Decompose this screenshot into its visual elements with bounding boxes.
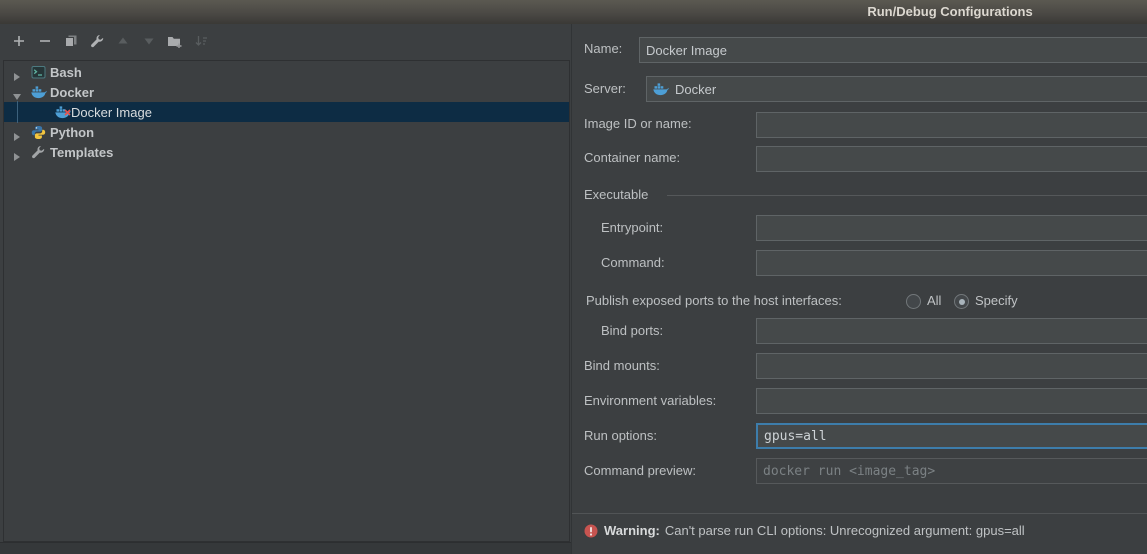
move-up-button[interactable] xyxy=(110,32,136,54)
bind-ports-input[interactable] xyxy=(756,318,1147,344)
wrench-icon xyxy=(90,34,104,53)
chevron-right-icon[interactable] xyxy=(13,128,21,136)
tree-indent-guide xyxy=(17,101,18,123)
arrow-down-icon xyxy=(143,34,155,52)
tree-item-label: Docker Image xyxy=(71,105,152,120)
publish-all-radio[interactable] xyxy=(906,294,921,309)
publish-specify-radio-label[interactable]: Specify xyxy=(975,293,1018,308)
tree-item-bash[interactable]: Bash xyxy=(4,62,569,82)
server-combobox[interactable]: Docker xyxy=(646,76,1147,102)
tree-item-label: Templates xyxy=(50,145,113,160)
executable-section-header: Executable xyxy=(584,187,648,202)
publish-all-radio-label[interactable]: All xyxy=(927,293,941,308)
tree-item-templates[interactable]: Templates xyxy=(4,142,569,162)
edit-templates-button[interactable] xyxy=(84,32,110,54)
window-title: Run/Debug Configurations xyxy=(780,4,1120,19)
tree-item-label: Python xyxy=(50,125,94,140)
new-folder-button[interactable] xyxy=(162,32,188,54)
tree-item-label: Bash xyxy=(50,65,82,80)
image-id-input[interactable] xyxy=(756,112,1147,138)
docker-whale-icon xyxy=(653,82,669,96)
warning-row: Warning: Can't parse run CLI options: Un… xyxy=(584,523,1025,538)
publish-ports-label: Publish exposed ports to the host interf… xyxy=(586,293,842,308)
copy-configuration-button[interactable] xyxy=(58,32,84,54)
environment-variables-label: Environment variables: xyxy=(584,393,716,408)
arrow-up-icon xyxy=(117,34,129,52)
wrench-icon xyxy=(31,145,47,160)
chevron-right-icon[interactable] xyxy=(13,148,21,156)
error-badge-icon xyxy=(64,103,71,121)
tree-item-docker[interactable]: Docker xyxy=(4,82,569,102)
bind-mounts-input[interactable] xyxy=(756,353,1147,379)
entrypoint-input[interactable] xyxy=(756,215,1147,241)
add-configuration-button[interactable] xyxy=(6,32,32,54)
tree-item-python[interactable]: Python xyxy=(4,122,569,142)
run-options-input[interactable] xyxy=(756,423,1147,449)
entrypoint-label: Entrypoint: xyxy=(601,220,663,235)
move-down-button[interactable] xyxy=(136,32,162,54)
plus-icon xyxy=(12,34,26,53)
container-name-label: Container name: xyxy=(584,150,680,165)
remove-configuration-button[interactable] xyxy=(32,32,58,54)
folder-plus-icon xyxy=(167,34,183,53)
image-id-label: Image ID or name: xyxy=(584,116,692,131)
configurations-panel: Bash Docker Docker Image Python Template… xyxy=(0,24,571,554)
configuration-form: Name: Server: Docker Image ID or name: C… xyxy=(571,24,1147,554)
environment-variables-input[interactable] xyxy=(756,388,1147,414)
server-value: Docker xyxy=(675,82,716,97)
copy-icon xyxy=(64,34,78,53)
tree-item-label: Docker xyxy=(50,85,94,100)
container-name-input[interactable] xyxy=(756,146,1147,172)
name-label: Name: xyxy=(584,41,622,56)
warning-message: Can't parse run CLI options: Unrecognize… xyxy=(665,523,1025,538)
warning-prefix: Warning: xyxy=(604,523,660,538)
run-options-label: Run options: xyxy=(584,428,657,443)
chevron-down-icon[interactable] xyxy=(13,88,21,96)
python-icon xyxy=(31,125,47,140)
chevron-right-icon[interactable] xyxy=(13,68,21,76)
server-label: Server: xyxy=(584,81,626,96)
minus-icon xyxy=(38,34,52,53)
sort-configurations-button[interactable] xyxy=(188,32,214,54)
command-preview-input xyxy=(756,458,1147,484)
command-label: Command: xyxy=(601,255,665,270)
name-input[interactable] xyxy=(639,37,1147,63)
command-input[interactable] xyxy=(756,250,1147,276)
executable-section-divider xyxy=(667,195,1147,196)
bind-ports-label: Bind ports: xyxy=(601,323,663,338)
command-preview-label: Command preview: xyxy=(584,463,696,478)
docker-whale-icon xyxy=(31,85,47,100)
window-titlebar: Run/Debug Configurations xyxy=(0,0,1147,24)
configurations-tree: Bash Docker Docker Image Python Template… xyxy=(3,60,570,542)
configurations-toolbar xyxy=(6,32,214,56)
sort-az-icon xyxy=(194,34,208,53)
warning-icon xyxy=(584,524,598,538)
terminal-icon xyxy=(31,65,47,80)
publish-specify-radio[interactable] xyxy=(954,294,969,309)
warning-divider xyxy=(572,513,1147,514)
bind-mounts-label: Bind mounts: xyxy=(584,358,660,373)
tree-item-docker-image[interactable]: Docker Image xyxy=(4,102,569,122)
